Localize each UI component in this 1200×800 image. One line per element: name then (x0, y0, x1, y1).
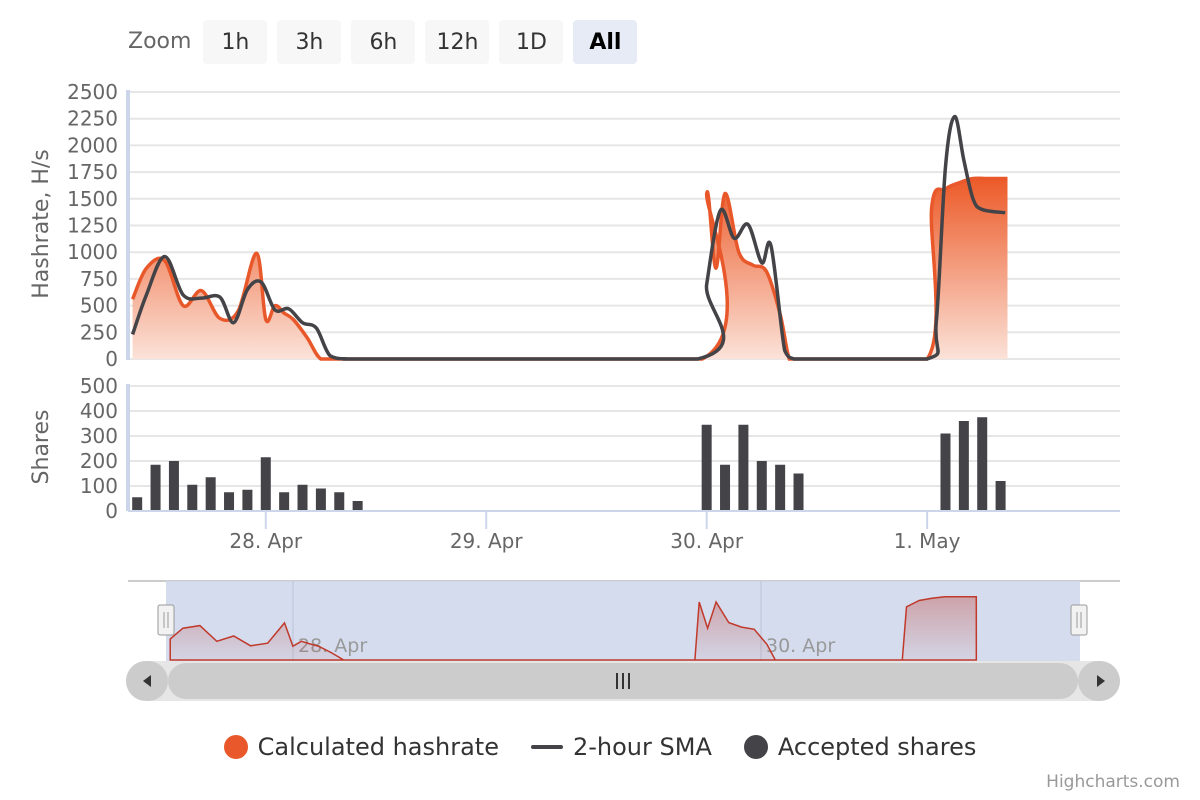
legend-label: Calculated hashrate (257, 733, 499, 761)
shares-series (132, 417, 1006, 511)
hashrate-y-tick-label: 2500 (67, 80, 118, 104)
shares-bar (187, 484, 198, 511)
shares-bar (940, 433, 951, 511)
hashrate-y-tick-label: 500 (80, 294, 118, 318)
shares-y-tick-label: 100 (80, 474, 118, 498)
x-tick-label: 28. Apr (229, 529, 303, 553)
shares-bar (977, 417, 988, 511)
shares-y-tick-label: 0 (105, 499, 118, 523)
shares-bar (315, 488, 326, 511)
hashrate-y-tick-label: 250 (80, 320, 118, 344)
shares-bar (775, 464, 786, 511)
hashrate-y-tick-label: 2250 (67, 107, 118, 131)
navigator: 28. Apr 30. Apr (128, 580, 1120, 661)
hashrate-y-axis: 02505007501000125015001750200022502500 (67, 80, 118, 371)
shares-axis-title: Shares (29, 410, 54, 485)
shares-bar (150, 464, 161, 511)
shares-bar (701, 424, 712, 511)
hashrate-y-tick-label: 0 (105, 347, 118, 371)
shares-bar (352, 501, 363, 511)
hashrate-axis-title: Hashrate, H/s (29, 149, 54, 299)
shares-bar (242, 489, 253, 511)
legend-item-hashrate[interactable]: Calculated hashrate (223, 733, 499, 761)
legend-item-shares[interactable]: Accepted shares (743, 733, 977, 761)
navigator-handle-right[interactable] (1070, 604, 1088, 636)
chart-container: Zoom 1h 3h 6h 12h 1D All Hashrate, H/s S… (0, 0, 1200, 800)
chart-canvas: Hashrate, H/s Shares 0250500750100012501… (29, 80, 1120, 701)
shares-bar (205, 477, 216, 511)
shares-bar (793, 473, 804, 511)
legend-item-sma[interactable]: 2-hour SMA (530, 733, 712, 761)
shares-bar (995, 481, 1006, 511)
credits-link[interactable]: Highcharts.com (1046, 772, 1180, 792)
shares-bar (297, 484, 308, 511)
shares-bar (756, 461, 767, 511)
shares-bar (738, 424, 749, 511)
x-tick-label: 29. Apr (450, 529, 524, 553)
x-tick-label: 1. May (894, 529, 961, 553)
shares-y-tick-label: 200 (80, 449, 118, 473)
shares-y-axis: 0100200300400500 (80, 374, 118, 523)
shares-y-tick-label: 300 (80, 424, 118, 448)
shares-bar (132, 497, 143, 511)
x-axis: 28. Apr 29. Apr 30. Apr 1. May (128, 510, 1120, 553)
shares-axis-line (126, 384, 130, 511)
shares-bar (279, 492, 290, 511)
legend-symbol-line-icon (530, 745, 563, 749)
hashrate-y-tick-label: 750 (80, 267, 118, 291)
navigator-label: 30. Apr (766, 635, 835, 657)
legend-symbol-circle-icon (743, 735, 768, 759)
scroll-right-button[interactable] (1078, 661, 1120, 701)
scrollbar (126, 661, 1120, 701)
hashrate-y-tick-label: 1500 (67, 187, 118, 211)
legend-label: Accepted shares (777, 733, 977, 761)
scroll-left-button[interactable] (126, 661, 168, 701)
shares-bar (720, 464, 731, 511)
shares-bar (260, 457, 271, 511)
x-tick-label: 30. Apr (670, 529, 744, 553)
navigator-handle-left[interactable] (157, 604, 175, 636)
legend-symbol-circle-icon (223, 735, 248, 759)
hashrate-y-tick-label: 1750 (67, 160, 118, 184)
hashrate-y-tick-label: 1250 (67, 214, 118, 238)
shares-bar (168, 461, 179, 511)
legend: Calculated hashrate 2-hour SMA Accepted … (0, 726, 1200, 768)
shares-y-tick-label: 400 (80, 399, 118, 423)
shares-bar (334, 492, 345, 511)
shares-y-tick-label: 500 (80, 374, 118, 398)
hashrate-axis-line (126, 90, 130, 360)
hashrate-y-tick-label: 1000 (67, 240, 118, 264)
shares-bar (224, 492, 235, 511)
hashrate-y-tick-label: 2000 (67, 133, 118, 157)
shares-grid (128, 385, 1120, 512)
shares-bar (958, 421, 969, 511)
legend-label: 2-hour SMA (572, 733, 712, 761)
